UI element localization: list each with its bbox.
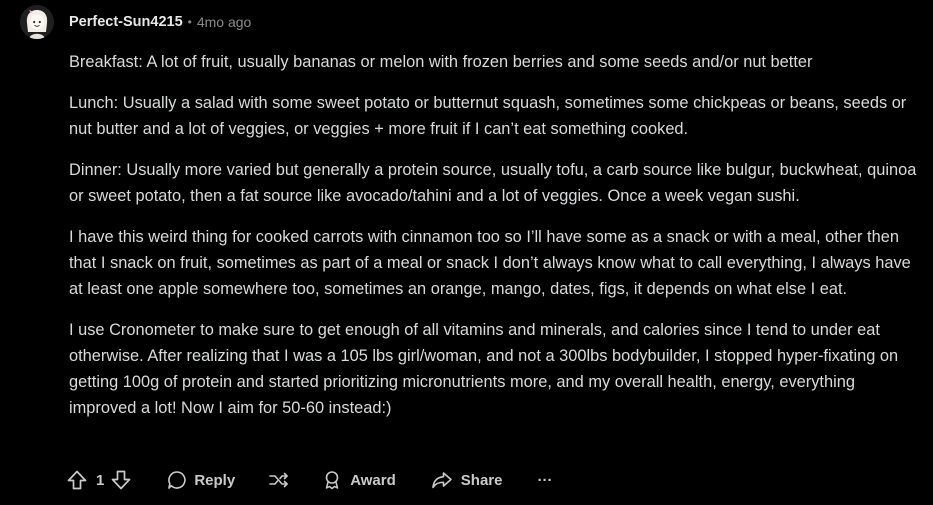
- upvote-arrow-icon[interactable]: [66, 469, 88, 491]
- award-button[interactable]: Award: [314, 470, 396, 490]
- vote-group: 1: [66, 469, 132, 491]
- comment-paragraph: I have this weird thing for cooked carro…: [69, 228, 911, 298]
- separator-dot: •: [187, 15, 192, 29]
- more-options-button[interactable]: ···: [537, 472, 552, 489]
- reply-label: Reply: [194, 471, 236, 489]
- timestamp[interactable]: 4mo ago: [197, 14, 251, 30]
- avatar-icon[interactable]: [20, 5, 54, 39]
- comment: Perfect-Sun4215 • 4mo ago Breakfast: A l…: [0, 0, 933, 505]
- downvote-arrow-icon[interactable]: [110, 469, 132, 491]
- comment-body: Breakfast: A lot of fruit, usually banan…: [69, 49, 921, 436]
- share-arrow-icon: [431, 470, 453, 490]
- comment-action-bar: 1 Reply Award Share ···: [66, 465, 552, 495]
- comment-paragraph: Breakfast: A lot of fruit, usually banan…: [69, 53, 813, 71]
- comment-paragraph: I use Cronometer to make sure to get eno…: [69, 321, 899, 417]
- more-options-label: ···: [537, 471, 553, 489]
- award-icon: [322, 470, 342, 490]
- reply-button[interactable]: Reply: [160, 470, 235, 490]
- comment-paragraph: Lunch: Usually a salad with some sweet p…: [69, 94, 907, 138]
- award-label: Award: [350, 471, 396, 489]
- username-link[interactable]: Perfect-Sun4215: [69, 14, 183, 30]
- comment-header: Perfect-Sun4215 • 4mo ago: [20, 4, 251, 40]
- vote-count: 1: [96, 471, 105, 489]
- comment-paragraph: Dinner: Usually more varied but generall…: [69, 161, 917, 205]
- speech-bubble-icon: [167, 470, 187, 490]
- crosspost-icon: [268, 470, 290, 490]
- crosspost-button[interactable]: [268, 470, 290, 490]
- share-label: Share: [460, 471, 503, 489]
- share-button[interactable]: Share: [423, 470, 503, 490]
